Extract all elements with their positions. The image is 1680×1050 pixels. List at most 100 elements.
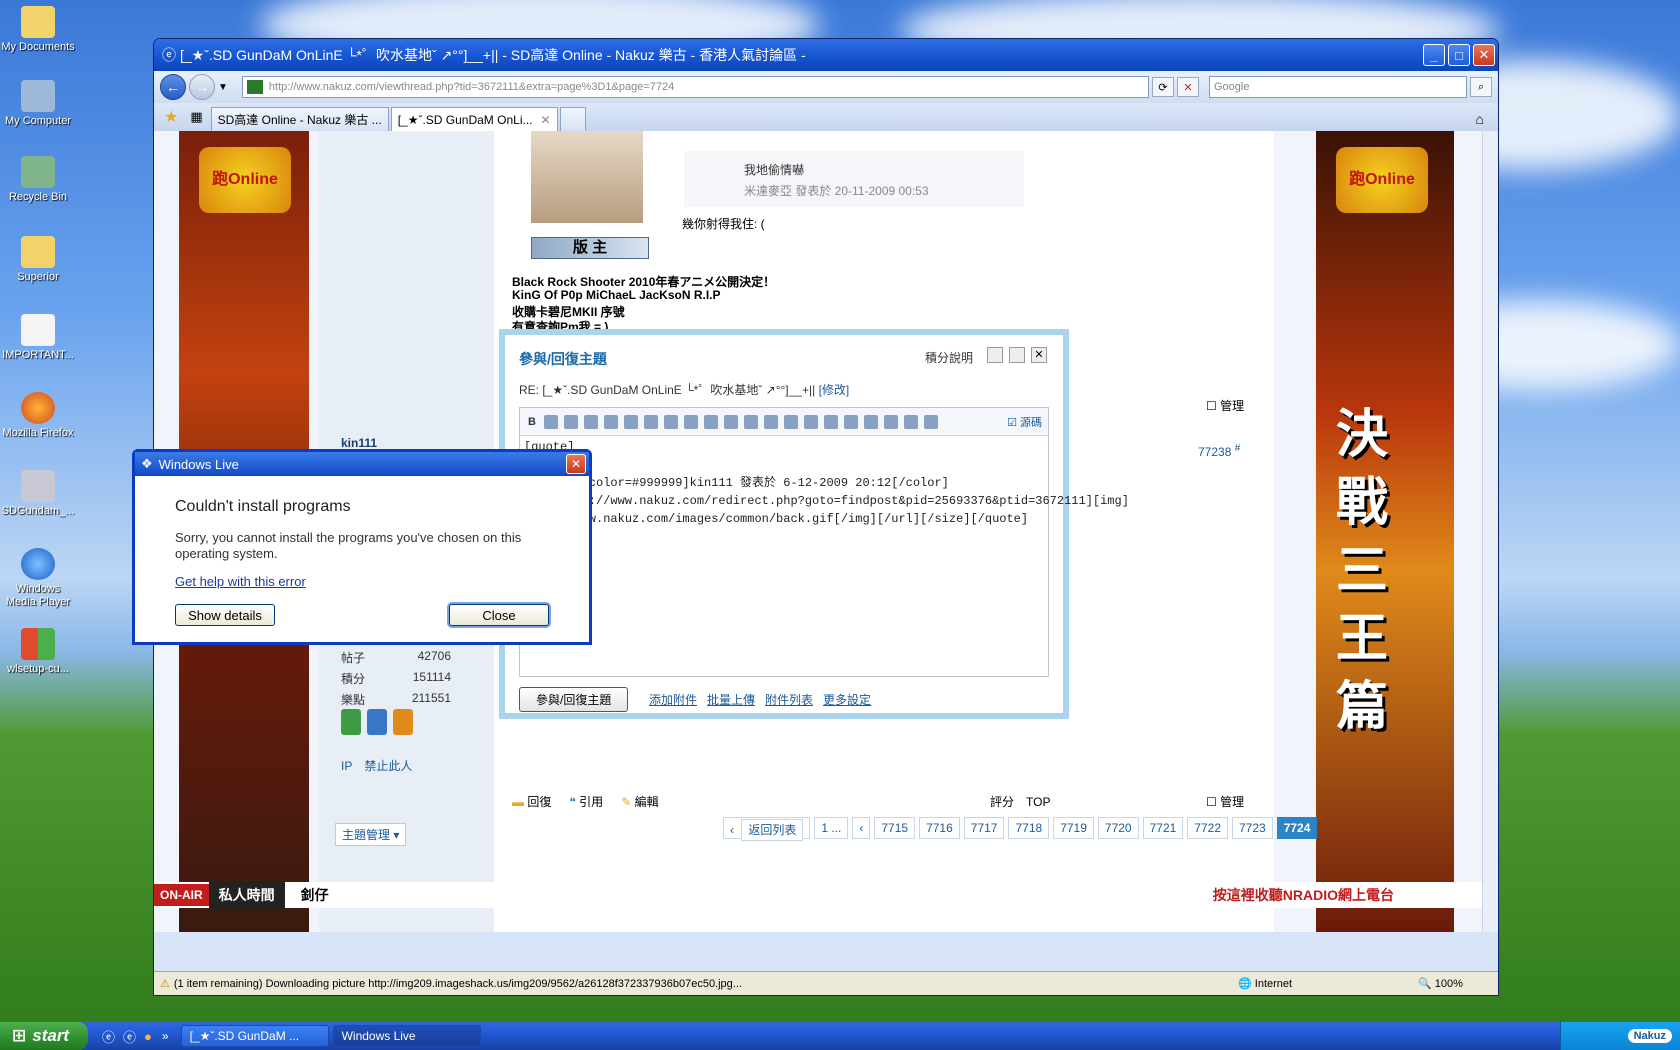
address-bar[interactable]: http://www.nakuz.com/viewthread.php?tid=… (241, 76, 1149, 98)
username[interactable]: kin111 (341, 436, 377, 450)
format-icon[interactable] (663, 414, 678, 429)
reply-action[interactable]: ▬ 回復 (512, 793, 551, 810)
computer-icon (21, 80, 55, 112)
nakuz-tray-icon[interactable]: Nakuz (1627, 1029, 1672, 1043)
forward-button[interactable]: → (189, 74, 215, 100)
page-link[interactable]: 7720 (1097, 817, 1139, 839)
close-tab-icon[interactable]: ✕ (541, 113, 551, 127)
maximize-button[interactable]: □ (1448, 44, 1470, 66)
desktop-icon-my-documents[interactable]: My Documents (0, 6, 76, 54)
page-link[interactable]: 7717 (963, 817, 1005, 839)
page-link[interactable]: 7715 (874, 817, 916, 839)
home-icon[interactable]: ⌂ (1476, 111, 1484, 127)
media-player-icon (21, 548, 55, 580)
nav-bar: ← → ▼ http://www.nakuz.com/viewthread.ph… (154, 71, 1498, 103)
format-icon[interactable] (683, 414, 698, 429)
edit-action[interactable]: ✎ 編輯 (621, 793, 658, 810)
score-help-link[interactable]: 積分說明 (925, 349, 973, 366)
quote-action[interactable]: ❝ 引用 (569, 793, 603, 810)
firefox-quicklaunch-icon[interactable]: ● (144, 1029, 152, 1044)
vertical-scrollbar[interactable] (1482, 131, 1498, 932)
favorites-star-icon[interactable]: ★ (164, 107, 178, 127)
page-link[interactable]: 7716 (919, 817, 960, 839)
format-icon[interactable] (543, 414, 558, 429)
desktop-icon-firefox[interactable]: Mozilla Firefox (0, 392, 76, 440)
format-icon[interactable] (823, 414, 838, 429)
page-link[interactable]: 1 ... (814, 817, 849, 839)
minimize-button[interactable]: _ (1423, 44, 1445, 66)
format-icon[interactable] (843, 414, 858, 429)
error-close-icon[interactable]: ✕ (566, 454, 586, 474)
stop-button[interactable]: ✕ (1177, 77, 1199, 97)
help-link[interactable]: Get help with this error (175, 574, 306, 589)
game-logo: 跑Online (199, 147, 291, 213)
more-icon[interactable]: » (162, 1029, 169, 1043)
tab-sd-gundam-forum[interactable]: SD高達 Online - Nakuz 樂古 ... (210, 107, 389, 131)
maximize-icon[interactable] (1009, 347, 1025, 363)
page-link[interactable]: 7722 (1187, 817, 1228, 839)
rate-link[interactable]: 評分 TOP (990, 793, 1050, 810)
format-icon[interactable] (763, 414, 778, 429)
format-icon[interactable] (703, 414, 718, 429)
desktop-icon-sdgundam[interactable]: SDGundam_... (0, 470, 76, 518)
page-link[interactable]: 7719 (1053, 817, 1094, 839)
error-message: Sorry, you cannot install the programs y… (175, 530, 522, 561)
popout-icon[interactable] (987, 347, 1003, 363)
start-button[interactable]: ⊞ start (0, 1022, 88, 1050)
right-ad-banner[interactable]: 跑Online 決戰三王篇 (1316, 131, 1454, 932)
close-icon[interactable]: ✕ (1031, 347, 1047, 363)
format-icon[interactable] (803, 414, 818, 429)
desktop-icon-wlsetup[interactable]: wlsetup-cu... (0, 628, 76, 676)
desktop-icon-recycle-bin[interactable]: Recycle Bin (0, 156, 76, 204)
desktop-icon-media-player[interactable]: Windows Media Player (0, 548, 76, 609)
user-stats: 帖子 42706 積分 151114 樂點 211551 (341, 649, 451, 707)
page-link[interactable]: 7718 (1008, 817, 1050, 839)
zoom-level[interactable]: 🔍 100% (1418, 977, 1498, 990)
taskbar-task-windows-live[interactable]: Windows Live (332, 1025, 481, 1047)
desktop-icon-superior[interactable]: Superior (0, 236, 76, 284)
manage-checkbox[interactable]: ☐ 管理 (1206, 397, 1244, 414)
prev-page-button[interactable]: ‹ (852, 817, 871, 839)
source-toggle[interactable]: ☑ 源碼 (1007, 414, 1042, 430)
editor-body[interactable]: [quote]歪D==[size=2][color=#999999]kin111… (520, 436, 1129, 530)
post-number[interactable]: 77238 # (1198, 443, 1240, 459)
format-icon[interactable] (923, 414, 938, 429)
history-dropdown-icon[interactable]: ▼ (218, 82, 228, 93)
taskbar-task-browser[interactable]: [_★ˇ.SD GunDaM ... (180, 1025, 329, 1047)
search-input[interactable]: Google (1209, 76, 1467, 98)
manage-checkbox-2[interactable]: ☐ 管理 (1206, 793, 1244, 810)
back-to-list-button[interactable]: ‹ 返回列表 (723, 817, 811, 841)
format-icon[interactable] (723, 414, 738, 429)
format-icon[interactable] (583, 414, 598, 429)
submit-reply-button[interactable]: 參與/回復主題 (519, 687, 629, 712)
thread-manage-button[interactable]: 主題管理 ▾ (335, 823, 407, 846)
format-icon[interactable] (783, 414, 798, 429)
bold-icon[interactable]: B (528, 416, 536, 428)
desktop-icon-my-computer[interactable]: My Computer (0, 80, 76, 128)
format-icon[interactable] (563, 414, 578, 429)
new-tab-button[interactable] (559, 107, 586, 131)
reply-editor[interactable]: B ☑ 源碼 [quote]歪D==[size=2][color=#999999… (519, 407, 1129, 677)
close-window-button[interactable]: ✕ (1473, 44, 1495, 66)
rank-badge: 版 主 (531, 237, 649, 259)
format-icon[interactable] (903, 414, 918, 429)
back-button[interactable]: ← (160, 74, 186, 100)
format-icon[interactable] (603, 414, 618, 429)
quicklaunch-icon[interactable]: ⓔ (102, 1027, 115, 1046)
search-icon[interactable]: ⌕ (1470, 77, 1492, 97)
format-icon[interactable] (743, 414, 758, 429)
radio-ad-bar[interactable]: ON-AIR 私人時間 釗仔 按這裡收聽NRADIO網上電台 (154, 881, 1484, 909)
format-icon[interactable] (883, 414, 898, 429)
format-icon[interactable] (643, 414, 658, 429)
show-details-button[interactable]: Show details (175, 604, 275, 626)
desktop-icon-important[interactable]: IMPORTANT... (0, 314, 76, 362)
tab-active-thread[interactable]: [_★ˇ.SD GunDaM OnLi... ✕ (390, 107, 558, 131)
page-link[interactable]: 7721 (1142, 817, 1184, 839)
quicklaunch-icon[interactable]: ⓔ (123, 1027, 136, 1046)
close-button[interactable]: Close (449, 604, 549, 626)
format-icon[interactable] (863, 414, 878, 429)
quick-tabs-icon[interactable]: ▦ (190, 109, 202, 125)
refresh-button[interactable]: ⟳ (1152, 77, 1174, 97)
page-link[interactable]: 7723 (1232, 817, 1273, 839)
format-icon[interactable] (623, 414, 638, 429)
